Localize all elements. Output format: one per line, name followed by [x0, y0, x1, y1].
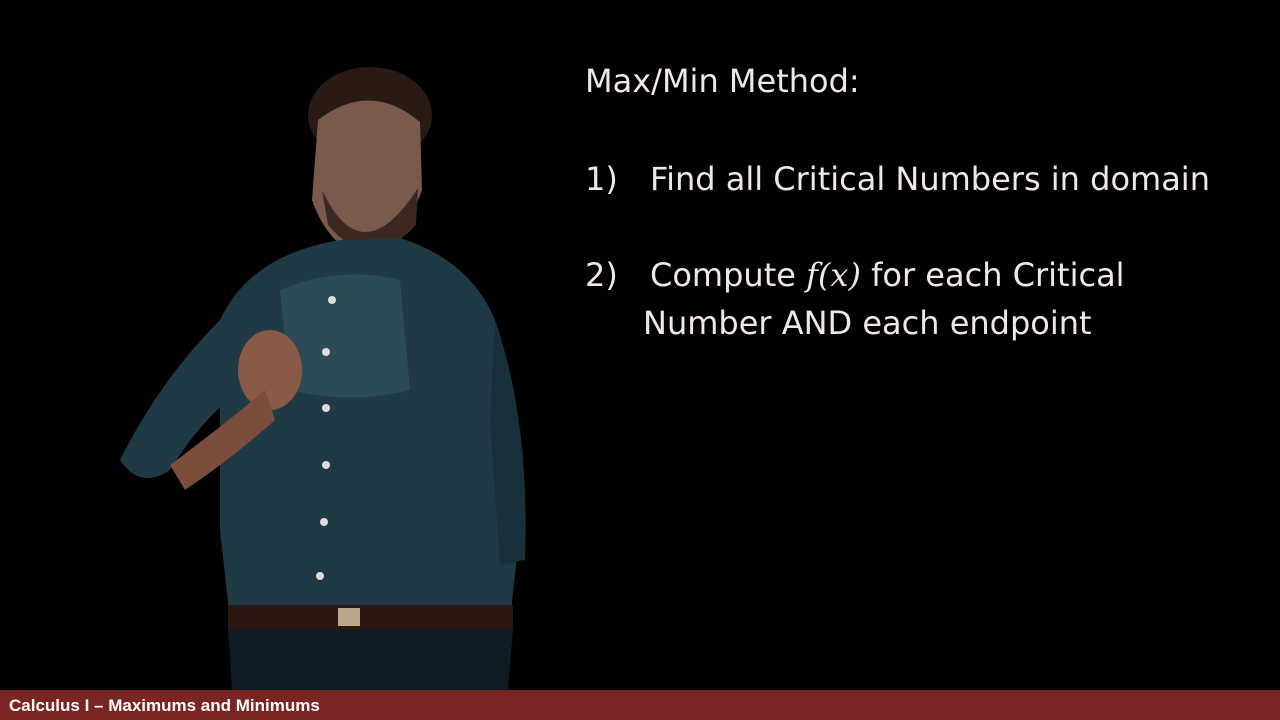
footer-bar: Calculus I – Maximums and Minimums: [0, 690, 1280, 720]
video-frame: Max/Min Method: 1) Find all Critical Num…: [0, 0, 1280, 690]
step-text-before: Compute: [650, 256, 807, 294]
math-expression: f(x): [806, 256, 861, 294]
step-number: 1): [585, 160, 618, 198]
presenter-illustration: [120, 67, 526, 690]
step-text-continuation: Number AND each endpoint: [643, 304, 1092, 342]
footer-title: Calculus I – Maximums and Minimums: [9, 696, 320, 715]
step-text: Compute f(x) for each Critical: [650, 256, 1125, 294]
slide-title: Max/Min Method:: [585, 62, 860, 100]
step-number: 2): [585, 256, 618, 294]
step-text: Find all Critical Numbers in domain: [650, 160, 1210, 198]
step-text-after: for each Critical: [860, 256, 1125, 294]
presenter-figure: [100, 60, 540, 690]
